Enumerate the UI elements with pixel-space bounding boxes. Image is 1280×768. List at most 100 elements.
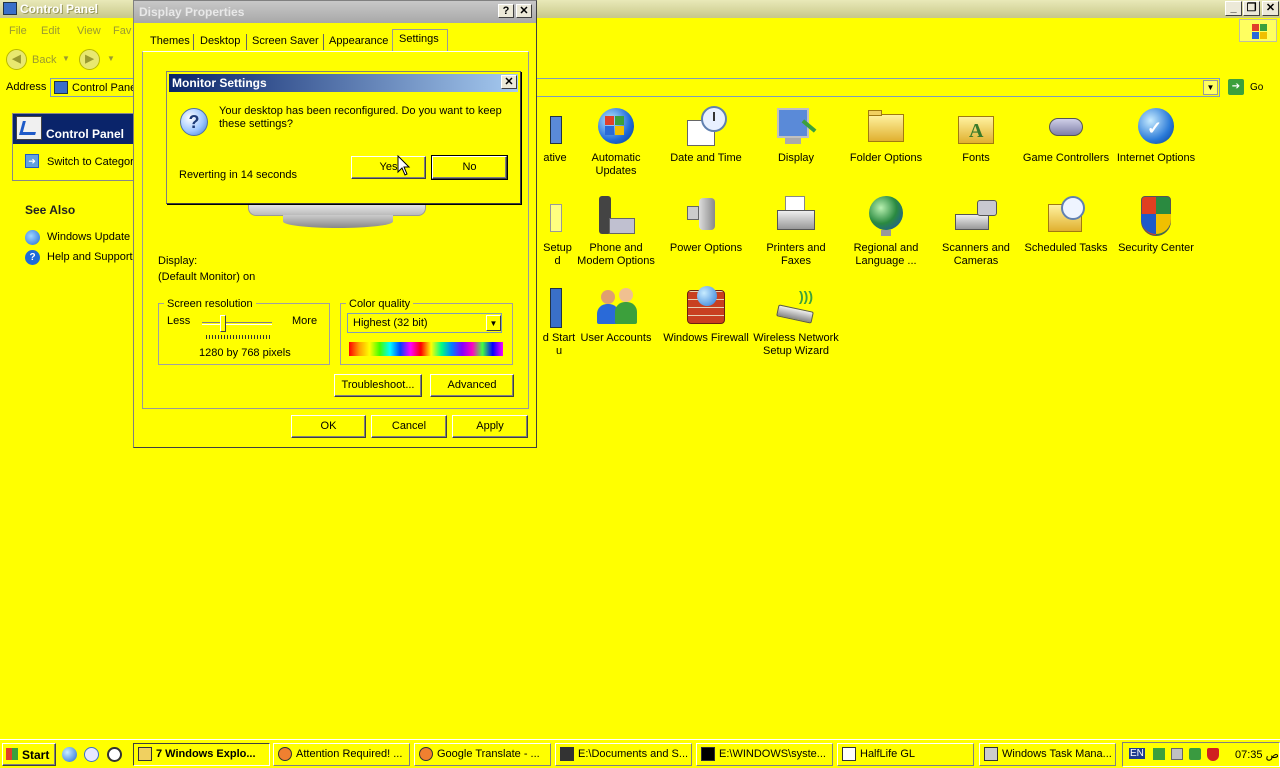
tab-themes[interactable]: Themes [150, 32, 190, 52]
cp-item-label-2: Cameras [953, 255, 999, 267]
cp-item-wireless-network-setup[interactable]: ))) Wireless Network Setup Wizard [751, 286, 841, 358]
tab-screen-saver[interactable]: Screen Saver [252, 32, 319, 52]
go-arrow-icon[interactable]: ➔ [1228, 79, 1244, 95]
window-icon [842, 747, 856, 761]
monitor-settings-titlebar[interactable]: Monitor Settings ✕ [169, 74, 518, 92]
task-command-prompt[interactable]: E:\WINDOWS\syste... [696, 743, 833, 766]
system-tray: EN 07:35 ص [1122, 742, 1280, 767]
internet-explorer-icon[interactable] [62, 747, 77, 762]
cp-item-security-center[interactable]: Security Center [1111, 196, 1201, 255]
cp-item-scanners-and-cameras[interactable]: Scanners and Cameras [931, 196, 1021, 268]
tray-icon[interactable] [1171, 748, 1183, 760]
minimize-button[interactable]: _ [1225, 1, 1242, 16]
tab-separator [193, 34, 194, 50]
cp-item-game-controllers[interactable]: Game Controllers [1021, 106, 1111, 165]
cp-item-label: Date and Time [670, 152, 742, 164]
task-windows-explorer[interactable]: 7 Windows Explo... [133, 743, 270, 766]
menu-edit[interactable]: Edit [41, 25, 60, 37]
tray-icon[interactable] [1189, 748, 1201, 760]
control-panel-title: Control Panel [20, 2, 99, 16]
quicklaunch-icon[interactable] [84, 747, 99, 762]
media-player-icon[interactable] [107, 747, 122, 762]
cp-item-folder-options[interactable]: Folder Options [841, 106, 931, 165]
cp-item-automatic-updates[interactable]: Automatic Updates [571, 106, 661, 178]
confirmation-message-line2: these settings? [219, 118, 293, 130]
close-button[interactable]: ✕ [516, 4, 532, 18]
troubleshoot-button[interactable]: Troubleshoot... [334, 374, 422, 397]
clock: 07:35 ص [1235, 749, 1279, 761]
start-button[interactable]: Start [2, 743, 56, 766]
help-and-support-link[interactable]: Help and Support [47, 251, 133, 263]
mouse-cursor-icon [397, 155, 411, 176]
restore-button[interactable]: ❐ [1243, 1, 1260, 16]
cp-item-scheduled-tasks[interactable]: Scheduled Tasks [1021, 196, 1111, 255]
go-label[interactable]: Go [1250, 82, 1263, 93]
security-shield-icon[interactable] [1207, 748, 1219, 761]
language-indicator[interactable]: EN [1129, 748, 1145, 759]
forward-arrow-icon[interactable]: ▶ [79, 49, 100, 70]
cp-item-label: Game Controllers [1022, 152, 1110, 164]
menu-favorites[interactable]: Fav [113, 25, 131, 37]
back-label[interactable]: Back [32, 54, 56, 66]
cp-item-user-accounts[interactable]: User Accounts [571, 286, 661, 345]
tab-appearance[interactable]: Appearance [329, 32, 388, 52]
advanced-button[interactable]: Advanced [430, 374, 514, 397]
cp-item-display[interactable]: Display [751, 106, 841, 165]
task-label: E:\Documents and S... [578, 748, 689, 760]
task-halflife-gl[interactable]: HalfLife GL [837, 743, 974, 766]
display-properties-title: Display Properties [139, 5, 245, 19]
display-properties-titlebar[interactable]: Display Properties ? ✕ [134, 1, 536, 23]
address-dropdown-icon[interactable]: ▼ [1203, 80, 1218, 95]
menu-file[interactable]: File [9, 25, 27, 37]
printer-icon [775, 196, 817, 238]
monitor-settings-title: Monitor Settings [172, 76, 267, 90]
wireless-network-icon: ))) [775, 286, 817, 328]
cp-item-windows-firewall[interactable]: Windows Firewall [661, 286, 751, 345]
forward-dropdown-icon[interactable]: ▼ [107, 54, 115, 63]
help-button[interactable]: ? [498, 4, 514, 18]
game-controller-icon [1045, 106, 1087, 148]
cp-item-printers-and-faxes[interactable]: Printers and Faxes [751, 196, 841, 268]
yes-button[interactable]: Yes [351, 156, 426, 179]
cp-item-label: Display [777, 152, 815, 164]
power-options-icon [685, 196, 727, 238]
cp-item-label: Printers and [766, 242, 826, 254]
apply-button[interactable]: Apply [452, 415, 528, 438]
no-button[interactable]: No [431, 155, 508, 180]
task-windows-task-manager[interactable]: Windows Task Mana... [979, 743, 1116, 766]
cp-item-regional-and-language[interactable]: Regional and Language ... [841, 196, 931, 268]
cp-item-fonts[interactable]: A Fonts [931, 106, 1021, 165]
start-label: Start [22, 748, 50, 762]
cp-item-label: User Accounts [580, 332, 652, 344]
cp-item-phone-and-modem[interactable]: Phone and Modem Options [571, 196, 661, 268]
menu-view[interactable]: View [77, 25, 101, 37]
switch-view-icon[interactable]: ➜ [25, 154, 39, 168]
address-label: Address [6, 81, 47, 93]
ok-button[interactable]: OK [291, 415, 366, 438]
tab-settings[interactable]: Settings [399, 30, 439, 50]
cp-item-date-and-time[interactable]: Date and Time [661, 106, 751, 165]
color-quality-select[interactable]: Highest (32 bit) ▼ [347, 313, 502, 333]
tab-desktop[interactable]: Desktop [200, 32, 240, 52]
back-dropdown-icon[interactable]: ▼ [62, 54, 70, 63]
resolution-slider-track[interactable] [202, 322, 272, 325]
task-attention-required[interactable]: Attention Required! ... [273, 743, 410, 766]
task-label: HalfLife GL [860, 748, 916, 760]
windows-update-link[interactable]: Windows Update [47, 231, 130, 243]
screen-resolution-title: Screen resolution [164, 298, 256, 310]
network-tray-icon[interactable] [1153, 748, 1165, 760]
cancel-button[interactable]: Cancel [371, 415, 447, 438]
address-value: Control Panel [72, 82, 139, 94]
switch-to-category-link[interactable]: Switch to Categor [47, 156, 134, 168]
folder-icon [138, 747, 152, 761]
task-google-translate[interactable]: Google Translate - ... [414, 743, 551, 766]
close-button[interactable]: ✕ [501, 75, 517, 89]
close-button[interactable]: ✕ [1262, 1, 1279, 16]
task-documents-and-settings[interactable]: E:\Documents and S... [555, 743, 692, 766]
cp-item-power-options[interactable]: Power Options [661, 196, 751, 255]
cp-item-internet-options[interactable]: ✓ Internet Options [1111, 106, 1201, 165]
chevron-down-icon[interactable]: ▼ [486, 315, 501, 331]
resolution-slider-thumb[interactable] [220, 315, 226, 332]
back-arrow-icon[interactable]: ◀ [6, 49, 27, 70]
windows-logo [1239, 19, 1277, 42]
